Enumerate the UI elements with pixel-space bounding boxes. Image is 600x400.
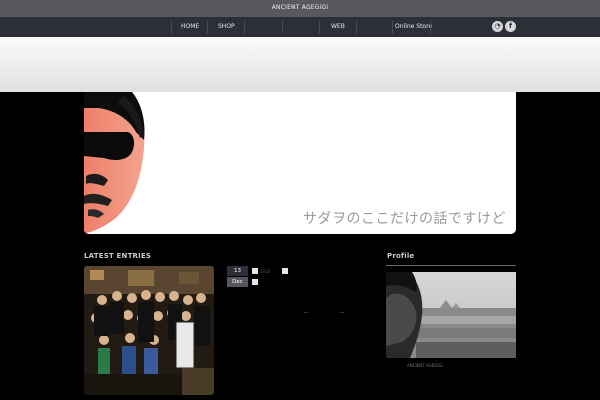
portrait-illustration bbox=[84, 92, 146, 234]
group-photo bbox=[84, 266, 214, 395]
rss-icon[interactable]: ◔ bbox=[492, 21, 503, 32]
category-icon[interactable] bbox=[252, 279, 258, 285]
entry-divider bbox=[340, 312, 344, 313]
nav-separator bbox=[392, 20, 393, 34]
comment-icon[interactable] bbox=[282, 268, 288, 274]
nav-separator bbox=[282, 20, 283, 34]
nav-separator bbox=[319, 20, 320, 34]
header-band bbox=[0, 37, 600, 92]
nav-separator bbox=[430, 20, 431, 34]
calendar-icon bbox=[252, 268, 258, 274]
latest-entries-heading: LATEST ENTRIES bbox=[84, 252, 152, 260]
profile-divider bbox=[386, 265, 516, 266]
site-title[interactable]: ANCIENT AGEGiGi bbox=[0, 4, 600, 11]
nav-item-shop[interactable]: SHOP bbox=[218, 23, 235, 30]
top-bar: ANCIENT AGEGiGi bbox=[0, 0, 600, 17]
nav-item-home[interactable]: HOME bbox=[181, 23, 199, 30]
nav-separator bbox=[244, 20, 245, 34]
nav-separator bbox=[207, 20, 208, 34]
nav-separator bbox=[171, 20, 172, 34]
header-banner[interactable]: サダヲのここだけの話ですけど bbox=[84, 92, 516, 234]
profile-landscape-photo bbox=[386, 272, 516, 358]
entry-date-day: 13 bbox=[227, 266, 248, 276]
profile-photo[interactable] bbox=[386, 272, 516, 358]
main-nav: HOME SHOP WEB Online Store ◔ f bbox=[0, 17, 600, 37]
profile-name: ANCIENT AGEGiGi bbox=[407, 363, 443, 368]
entry-year: 2016 bbox=[260, 269, 271, 274]
nav-separator bbox=[356, 20, 357, 34]
entry-divider bbox=[304, 312, 308, 313]
nav-item-online-store[interactable]: Online Store bbox=[395, 23, 432, 30]
entry-date-month: Dec bbox=[227, 277, 248, 287]
facebook-icon[interactable]: f bbox=[505, 21, 516, 32]
entry-thumbnail[interactable] bbox=[84, 266, 214, 395]
nav-item-web[interactable]: WEB bbox=[331, 23, 345, 30]
blog-tagline: サダヲのここだけの話ですけど bbox=[303, 211, 506, 227]
profile-heading: Profile bbox=[387, 252, 415, 260]
